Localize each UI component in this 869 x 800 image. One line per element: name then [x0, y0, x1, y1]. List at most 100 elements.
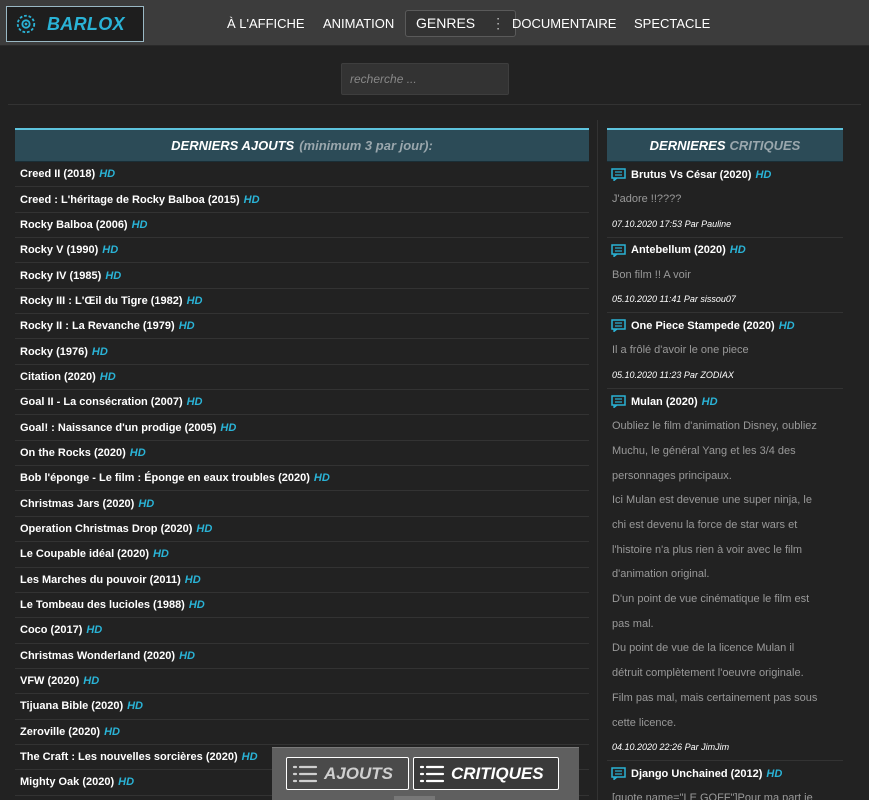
list-item[interactable]: Zeroville (2020) HD: [15, 720, 589, 745]
latest-additions-list: Creed II (2018) HD Creed : L'héritage de R…: [15, 162, 589, 796]
list-item[interactable]: Creed II (2018) HD: [15, 162, 589, 188]
tab-critiques-label: CRITIQUES: [451, 763, 544, 783]
comment-icon: [611, 319, 631, 333]
bottom-tab-bar: AJOUTS CRITIQUES: [272, 747, 579, 800]
list-item[interactable]: On the Rocks (2020) HD: [15, 441, 589, 467]
review-movie-title: Django Unchained (2012): [631, 767, 763, 780]
dots-vertical-icon: ⋮: [491, 15, 506, 31]
hd-badge: HD: [778, 319, 795, 332]
list-item[interactable]: Les Marches du pouvoir (2011) HD: [15, 568, 589, 593]
list-item[interactable]: Le Tombeau des lucioles (1988) HD: [15, 593, 589, 619]
hd-badge: HD: [243, 193, 260, 206]
hd-badge: HD: [179, 649, 195, 662]
hd-badge: HD: [184, 573, 201, 586]
latest-reviews-list: Brutus Vs César (2020) HD J'adore !!???? 07…: [607, 162, 843, 800]
latest-reviews-panel: DERNIERES CRITIQUES Brutus Vs César (202…: [607, 128, 843, 800]
review-text: détruit complètement l'oeuvre originale.: [612, 667, 804, 680]
list-item[interactable]: Rocky Balboa (2006) HD: [15, 213, 589, 239]
movie-title: Les Marches du pouvoir (2011): [20, 573, 181, 586]
latest-additions-subtitle: (minimum 3 par jour):: [299, 138, 433, 153]
review-text: Bon film !! A voir: [612, 268, 691, 281]
list-item[interactable]: Creed : L'héritage de Rocky Balboa (2015…: [15, 187, 589, 213]
movie-title: Creed : L'héritage de Rocky Balboa (2015…: [20, 193, 240, 206]
hd-badge: HD: [178, 320, 195, 333]
review-card: Django Unchained (2012) HD [quote name="LE…: [607, 761, 843, 800]
review-meta: 04.10.2020 22:26 Par JimJim: [612, 742, 730, 753]
list-icon: [419, 765, 445, 782]
nav-item-genres[interactable]: GENRES ⋮: [405, 10, 517, 37]
review-text: Film pas mal, mais certainement pas sous: [612, 691, 818, 704]
hd-badge: HD: [313, 472, 330, 485]
nav-item-documentaire[interactable]: DOCUMENTAIRE: [512, 10, 616, 37]
review-text: Oubliez le film d'animation Disney, oubl…: [612, 420, 817, 433]
review-text: Du point de vue de la licence Mulan il: [612, 642, 795, 655]
list-item[interactable]: Goal! : Naissance d'un prodige (2005) HD: [15, 415, 589, 441]
movie-title: Rocky Balboa (2006): [20, 218, 128, 231]
list-item[interactable]: Bob l'éponge - Le film : Éponge en eaux …: [15, 466, 589, 492]
review-movie-link[interactable]: One Piece Stampede (2020) HD: [607, 313, 843, 338]
list-item[interactable]: Coco (2017) HD: [15, 618, 589, 644]
comment-icon: [611, 395, 631, 409]
list-item[interactable]: Christmas Wonderland (2020) HD: [15, 644, 589, 669]
review-card: Mulan (2020) HD Oubliez le film d'animatio…: [607, 389, 843, 762]
list-item[interactable]: Goal II - La consécration (2007) HD: [15, 390, 589, 416]
review-movie-title: One Piece Stampede (2020): [631, 319, 775, 332]
latest-additions-title: DERNIERS AJOUTS: [171, 138, 295, 153]
movie-title: Rocky V (1990): [20, 244, 99, 257]
review-text: pas mal.: [612, 617, 654, 630]
hd-badge: HD: [755, 168, 772, 181]
hd-badge: HD: [104, 725, 120, 738]
review-text: J'adore !!????: [612, 193, 682, 205]
list-item[interactable]: Citation (2020) HD: [15, 365, 589, 391]
search-input[interactable]: [341, 63, 509, 95]
list-item[interactable]: Rocky III : L'Œil du Tigre (1982) HD: [15, 289, 589, 315]
movie-title: VFW (2020): [20, 675, 80, 688]
list-item[interactable]: Rocky IV (1985) HD: [15, 263, 589, 289]
tab-ajouts[interactable]: AJOUTS: [286, 757, 409, 790]
latest-reviews-header: DERNIERES CRITIQUES: [607, 128, 843, 162]
main-nav: À L'AFFICHE ANIMATION GENRES ⋮ DOCUMENTA…: [0, 0, 869, 46]
movie-title: Rocky (1976): [20, 345, 88, 358]
list-item[interactable]: Rocky (1976) HD: [15, 339, 589, 365]
list-item[interactable]: Christmas Jars (2020) HD: [15, 491, 589, 517]
hd-badge: HD: [127, 700, 143, 713]
movie-title: Coco (2017): [20, 624, 83, 637]
review-text: personnages principaux.: [612, 469, 732, 482]
list-item[interactable]: Tijuana Bible (2020) HD: [15, 694, 589, 720]
nav-item-affiche[interactable]: À L'AFFICHE: [227, 10, 305, 37]
review-meta: 07.10.2020 17:53 Par Pauline: [612, 218, 732, 229]
scroll-handle[interactable]: [394, 796, 435, 800]
review-text: Il a frôlé d'avoir le one piece: [612, 344, 749, 357]
list-item[interactable]: VFW (2020) HD: [15, 669, 589, 695]
nav-item-animation[interactable]: ANIMATION: [323, 10, 394, 37]
hd-badge: HD: [129, 446, 146, 459]
nav-item-spectacle[interactable]: SPECTACLE: [634, 10, 710, 37]
list-item[interactable]: Rocky V (1990) HD: [15, 238, 589, 264]
review-meta: 05.10.2020 11:41 Par sissou07: [612, 294, 736, 305]
hd-badge: HD: [196, 522, 213, 535]
hd-badge: HD: [152, 548, 169, 561]
review-movie-title: Antebellum (2020): [631, 244, 726, 257]
hd-badge: HD: [99, 370, 116, 383]
hd-badge: HD: [729, 244, 746, 257]
review-text: [quote name="LE GOFF"]Pour ma part je: [612, 792, 813, 800]
review-movie-link[interactable]: Brutus Vs César (2020) HD: [607, 162, 843, 187]
hd-badge: HD: [766, 767, 783, 780]
list-item[interactable]: Operation Christmas Drop (2020) HD: [15, 517, 589, 543]
review-text: cette licence.: [612, 716, 677, 729]
movie-title: Le Tombeau des lucioles (1988): [20, 599, 185, 612]
list-item[interactable]: Le Coupable idéal (2020) HD: [15, 542, 589, 568]
review-movie-link[interactable]: Django Unchained (2012) HD: [607, 761, 843, 786]
tab-ajouts-label: AJOUTS: [324, 763, 393, 783]
tab-critiques[interactable]: CRITIQUES: [413, 757, 559, 790]
review-text: chi est devenu la force de star wars et: [612, 518, 798, 531]
movie-title: Zeroville (2020): [20, 725, 101, 738]
review-text: D'un point de vue cinématique le film es…: [612, 593, 810, 606]
review-movie-link[interactable]: Mulan (2020) HD: [607, 389, 843, 414]
movie-title: Le Coupable idéal (2020): [20, 548, 149, 561]
review-card: Antebellum (2020) HD Bon film !! A voir 05.…: [607, 238, 843, 314]
review-card: One Piece Stampede (2020) HD Il a frôlé d'…: [607, 313, 843, 390]
list-item[interactable]: Rocky II : La Revanche (1979) HD: [15, 314, 589, 340]
movie-title: Goal! : Naissance d'un prodige (2005): [20, 421, 217, 434]
review-movie-link[interactable]: Antebellum (2020) HD: [607, 238, 843, 263]
